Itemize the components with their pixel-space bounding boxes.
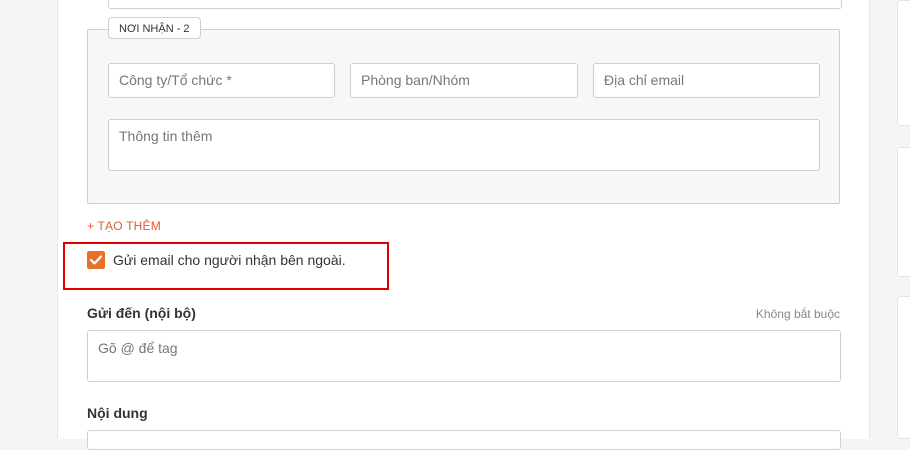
send-to-label: Gửi đến (nội bộ) [87,305,196,321]
content-label: Nội dung [87,405,148,421]
checkmark-icon [90,255,102,265]
additional-info-field[interactable]: Thông tin thêm [108,119,820,171]
side-panel [897,147,910,277]
content-input[interactable] [87,430,841,450]
email-field[interactable]: Địa chỉ email [593,63,820,98]
external-email-label: Gửi email cho người nhận bên ngoài. [113,252,346,268]
company-field[interactable]: Công ty/Tổ chức * [108,63,335,98]
side-panel [897,296,910,439]
external-email-checkbox[interactable] [87,251,105,269]
add-more-link[interactable]: + TẠO THÊM [87,219,161,233]
side-panel [897,0,910,126]
department-field[interactable]: Phòng ban/Nhóm [350,63,578,98]
recipient-fieldset [87,29,840,204]
recipient-legend: NƠI NHẬN - 2 [108,17,201,39]
previous-section-box [108,0,842,9]
send-to-input[interactable]: Gõ @ để tag [87,330,841,382]
optional-hint: Không bắt buộc [755,307,840,321]
